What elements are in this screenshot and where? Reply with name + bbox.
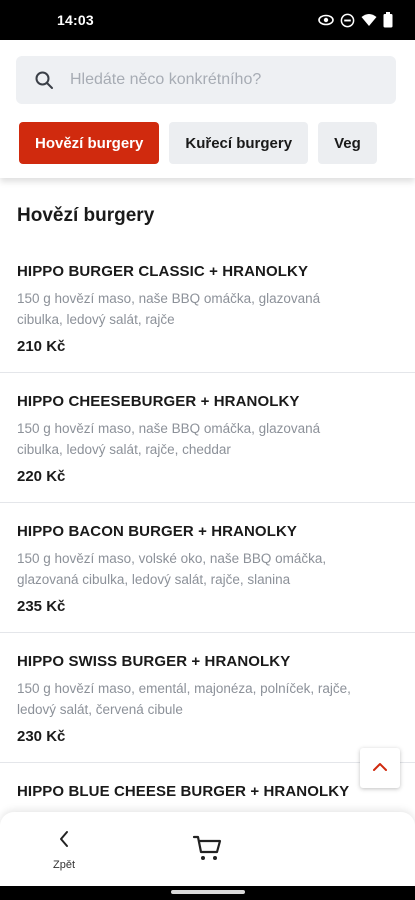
tab-label: Kuřecí burgery [185,134,293,152]
item-name: HIPPO SWISS BURGER + HRANOLKY [17,653,291,670]
tab-hovezi-burgery[interactable]: Hovězí burgery [19,122,160,164]
item-price: 210 Kč [17,338,66,355]
item-description: 150 g hovězí maso, naše BBQ omáčka, glaz… [17,421,321,457]
item-price: 230 Kč [17,728,66,745]
cart-icon [192,834,222,867]
chevron-up-icon [372,759,388,777]
cart-button[interactable] [190,834,224,866]
item-description: 150 g hovězí maso, volské oko, naše BBQ … [17,551,327,587]
scroll-to-top-button[interactable] [360,748,400,788]
top-panel: Hovězí burgery Kuřecí burgery Veg [0,40,415,178]
menu-item[interactable]: HIPPO BLUE CHEESE BURGER + HRANOLKY 150 … [0,763,415,818]
back-button[interactable]: Zpět [40,830,88,874]
menu-list: HIPPO BURGER CLASSIC + HRANOLKY 150 g ho… [0,243,415,818]
section-title: Hovězí burgery [17,205,155,226]
chevron-left-icon [58,830,70,853]
item-price: 220 Kč [17,468,66,485]
tab-label: Veg [334,134,361,152]
search-input[interactable] [70,71,370,89]
menu-content[interactable]: Hovězí burgery HIPPO BURGER CLASSIC + HR… [0,178,415,818]
item-price: 235 Kč [17,598,66,615]
item-description: 150 g hovězí maso, naše BBQ omáčka, glaz… [17,291,321,327]
item-name: HIPPO CHEESEBURGER + HRANOLKY [17,393,300,410]
item-description: 150 g hovězí maso, ementál, majonéza, po… [17,681,351,717]
tab-label: Hovězí burgery [35,134,144,152]
menu-item[interactable]: HIPPO SWISS BURGER + HRANOLKY 150 g hově… [0,633,415,763]
menu-item[interactable]: HIPPO BACON BURGER + HRANOLKY 150 g hově… [0,503,415,633]
search-icon [34,70,54,90]
status-icons [318,12,393,28]
back-label: Zpět [52,859,75,871]
tab-kureci-burgery[interactable]: Kuřecí burgery [169,122,309,164]
wifi-icon [361,13,377,27]
home-indicator[interactable] [171,890,245,894]
system-nav-bar [0,886,415,900]
privacy-indicator-icon [318,12,334,28]
item-name: HIPPO BACON BURGER + HRANOLKY [17,523,298,540]
category-tabs: Hovězí burgery Kuřecí burgery Veg [19,122,400,164]
tab-veg[interactable]: Veg [318,122,377,164]
status-time: 14:03 [57,12,94,28]
bottom-bar: Zpět [0,812,415,886]
menu-item[interactable]: HIPPO BURGER CLASSIC + HRANOLKY 150 g ho… [0,243,415,373]
battery-icon [383,12,393,28]
item-name: HIPPO BLUE CHEESE BURGER + HRANOLKY [17,783,350,800]
do-not-disturb-icon [340,13,355,28]
search-bar[interactable] [16,56,396,104]
menu-item[interactable]: HIPPO CHEESEBURGER + HRANOLKY 150 g hově… [0,373,415,503]
status-bar: 14:03 [0,0,415,40]
item-name: HIPPO BURGER CLASSIC + HRANOLKY [17,263,309,280]
